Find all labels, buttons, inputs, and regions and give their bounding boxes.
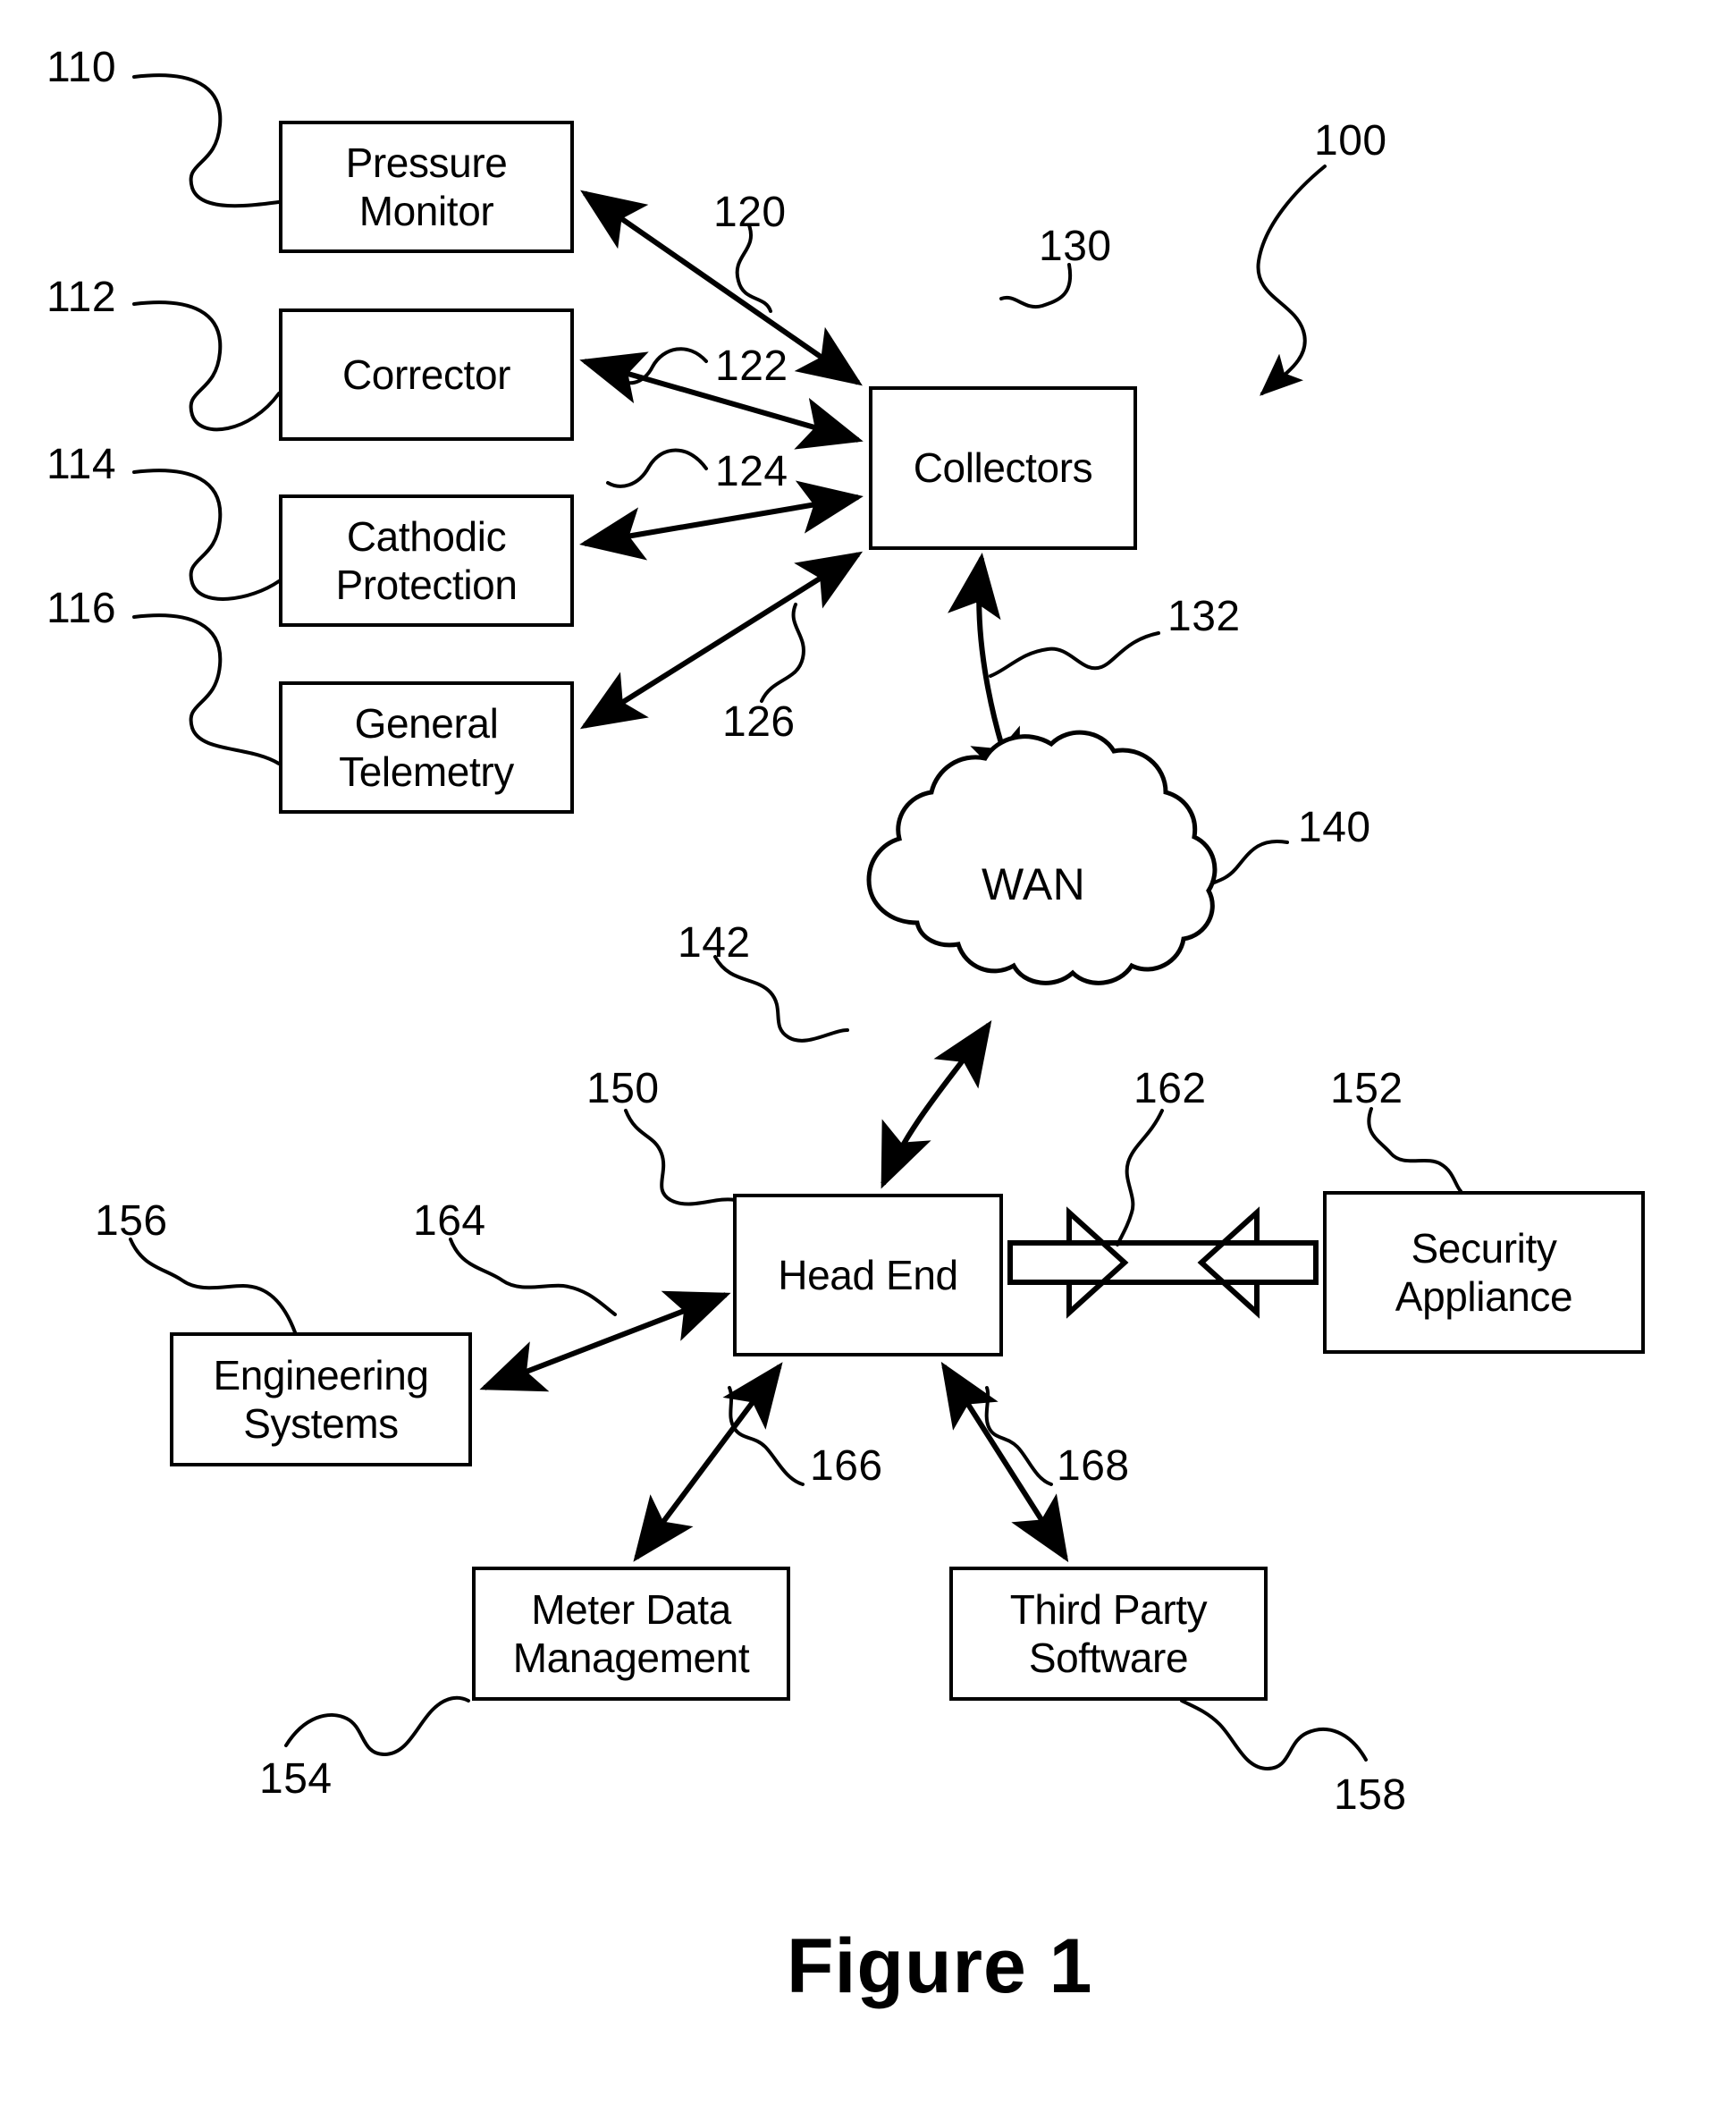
ref-110: 110 [46, 44, 117, 91]
node-engineering-systems[interactable]: Engineering Systems [170, 1332, 472, 1466]
ref-122: 122 [715, 342, 788, 390]
ref-154: 154 [259, 1755, 333, 1803]
wan-cloud-label: WAN [982, 859, 1086, 909]
ref-130: 130 [1039, 223, 1112, 270]
arrow-166 [633, 1362, 783, 1562]
ref-132: 132 [1167, 593, 1241, 640]
leader-158 [1180, 1699, 1368, 1771]
leader-164 [449, 1238, 617, 1316]
ref-162: 162 [1133, 1065, 1207, 1112]
leader-132 [989, 631, 1160, 678]
node-head-end[interactable]: Head End [733, 1194, 1003, 1356]
leader-168 [984, 1386, 1053, 1486]
ref-164: 164 [413, 1197, 486, 1245]
ref-114: 114 [46, 441, 117, 488]
ref-168: 168 [1057, 1442, 1130, 1490]
leader-166 [728, 1386, 805, 1486]
arrow-126 [579, 551, 864, 730]
ref-166: 166 [810, 1442, 883, 1490]
node-pressure-monitor[interactable]: Pressure Monitor [279, 121, 574, 253]
ref-142: 142 [678, 919, 751, 967]
leader-116 [132, 613, 281, 765]
leader-142 [713, 955, 849, 1043]
ref-152: 152 [1330, 1065, 1403, 1112]
node-meter-data-management[interactable]: Meter Data Management [472, 1567, 790, 1701]
leader-150 [624, 1109, 737, 1206]
ref-156: 156 [95, 1197, 168, 1245]
leader-110 [132, 73, 281, 208]
ref-150: 150 [586, 1065, 660, 1112]
node-general-telemetry[interactable]: General Telemetry [279, 681, 574, 814]
figure-caption: Figure 1 [787, 1923, 1093, 2009]
patent-figure: Pressure Monitor Corrector Cathodic Prot… [0, 0, 1736, 2104]
ref-140: 140 [1298, 804, 1371, 851]
ref-126: 126 [722, 698, 796, 746]
leader-100 [1256, 165, 1327, 396]
leader-152 [1367, 1107, 1462, 1193]
ref-124: 124 [715, 448, 788, 495]
leader-126 [760, 603, 805, 703]
ref-120: 120 [713, 189, 787, 236]
leader-114 [132, 469, 281, 601]
node-collectors[interactable]: Collectors [869, 386, 1137, 550]
leader-156 [129, 1238, 297, 1334]
ref-100: 100 [1314, 117, 1387, 165]
node-corrector[interactable]: Corrector [279, 308, 574, 441]
leader-112 [132, 300, 281, 432]
node-third-party-software[interactable]: Third Party Software [949, 1567, 1268, 1701]
leader-124 [606, 448, 708, 488]
leader-162 [1116, 1109, 1164, 1246]
leader-130 [999, 263, 1073, 309]
node-security-appliance[interactable]: Security Appliance [1323, 1191, 1645, 1354]
ref-158: 158 [1334, 1771, 1407, 1819]
arrow-124 [579, 480, 864, 561]
node-cathodic-protection[interactable]: Cathodic Protection [279, 494, 574, 627]
leader-154 [284, 1695, 470, 1757]
block-arrow-162 [1007, 1206, 1319, 1319]
arrow-142 [881, 1020, 992, 1189]
ref-116: 116 [46, 585, 117, 632]
ref-112: 112 [46, 274, 117, 321]
leader-120 [735, 224, 772, 313]
leader-122 [613, 347, 708, 385]
arrow-168 [940, 1361, 1069, 1563]
